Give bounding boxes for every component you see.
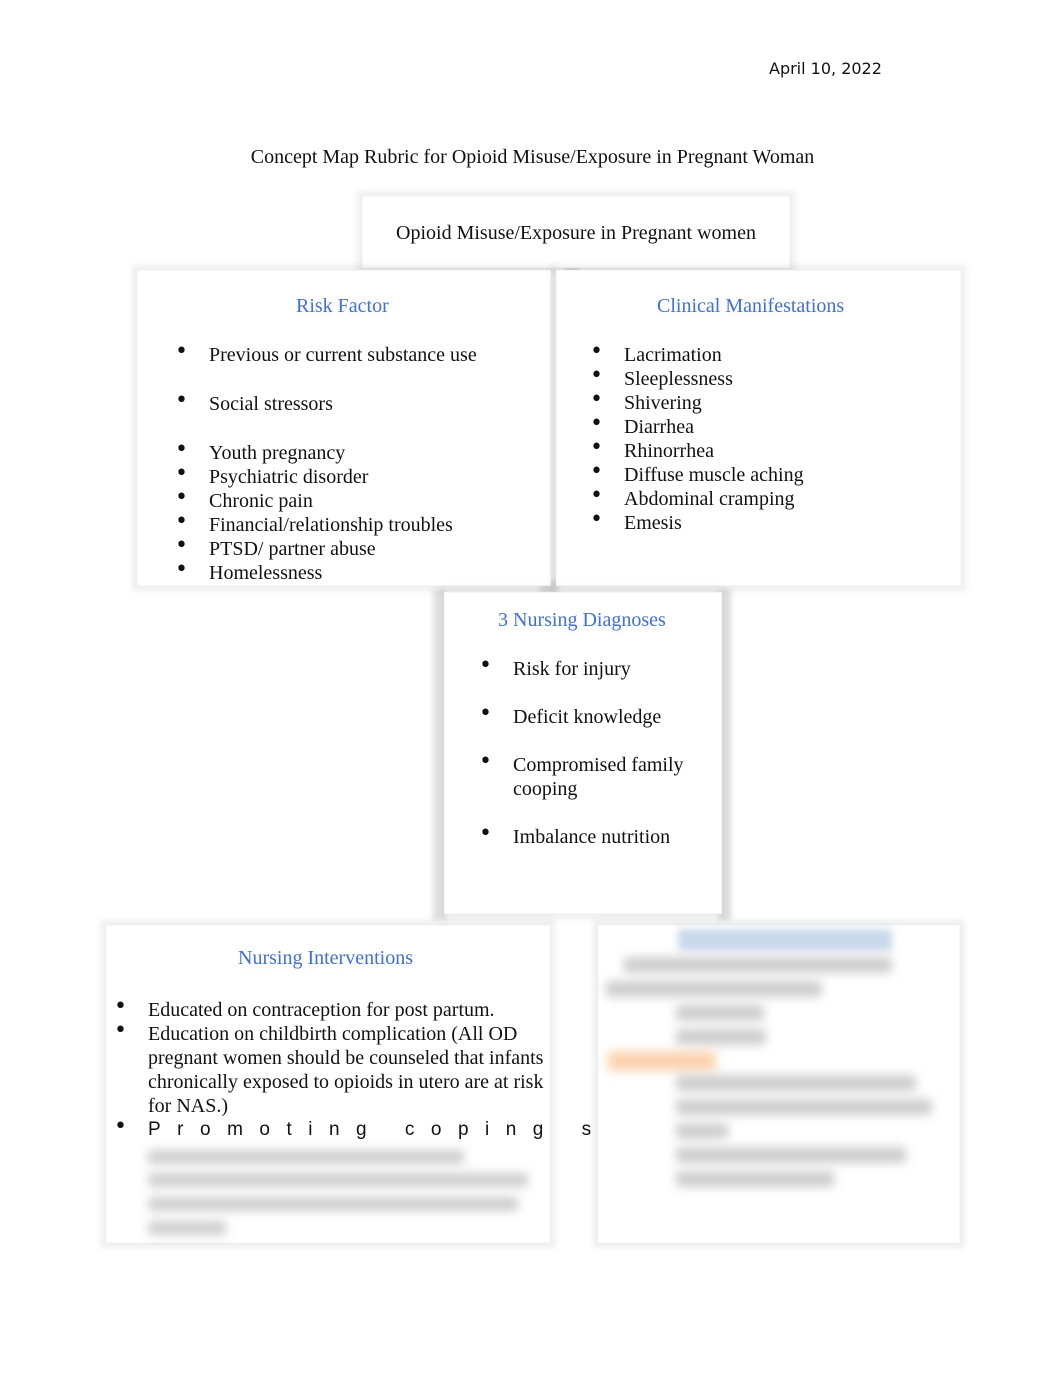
blurred-panel-heading xyxy=(678,929,892,951)
blurred-line xyxy=(624,957,892,973)
list-item: Deficit knowledge xyxy=(479,702,714,729)
list-item: Shivering xyxy=(590,388,950,415)
list-item: Homelessness xyxy=(175,558,545,585)
list-item: Social stressors xyxy=(175,389,545,416)
clinical-manifestations-box: Clinical Manifestations Lacrimation Slee… xyxy=(556,270,961,586)
nursing-diagnoses-box: 3 Nursing Diagnoses Risk for injury Defi… xyxy=(444,592,722,914)
nursing-diagnoses-list: Risk for injury Deficit knowledge Compro… xyxy=(479,654,714,849)
clinical-manifestations-list: Lacrimation Sleeplessness Shivering Diar… xyxy=(590,340,950,535)
blurred-line xyxy=(676,1123,728,1139)
list-item: Sleeplessness xyxy=(590,364,950,391)
list-item: Rhinorrhea xyxy=(590,436,950,463)
list-item: Imbalance nutrition xyxy=(479,822,714,849)
list-item: Financial/relationship troubles xyxy=(175,510,545,537)
risk-factor-heading: Risk Factor xyxy=(296,295,389,317)
list-item: Promoting coping skills. xyxy=(114,1115,727,1142)
risk-factor-box: Risk Factor Previous or current substanc… xyxy=(137,270,551,586)
blurred-panel-box xyxy=(598,925,960,1243)
nursing-interventions-box: Nursing Interventions Educated on contra… xyxy=(106,925,727,1243)
nursing-diagnoses-heading: 3 Nursing Diagnoses xyxy=(498,609,666,631)
date-label: April 10, 2022 xyxy=(769,59,882,78)
list-item: Educated on contraception for post partu… xyxy=(114,995,544,1022)
list-item: Psychiatric disorder xyxy=(175,462,545,489)
blurred-line xyxy=(676,1075,916,1091)
blurred-line xyxy=(606,981,822,997)
list-item: Education on childbirth complication (Al… xyxy=(114,1019,544,1118)
list-item: Risk for injury xyxy=(479,654,714,681)
list-item: Previous or current substance use xyxy=(175,340,545,367)
blurred-line xyxy=(676,1029,766,1045)
list-item: Youth pregnancy xyxy=(175,438,545,465)
list-item: Diarrhea xyxy=(590,412,950,439)
blurred-line xyxy=(676,1171,834,1187)
document-title: Concept Map Rubric for Opioid Misuse/Exp… xyxy=(250,146,815,168)
list-item: Abdominal cramping xyxy=(590,484,950,511)
list-item: Chronic pain xyxy=(175,486,545,513)
list-item: Diffuse muscle aching xyxy=(590,460,950,487)
blurred-line xyxy=(676,1147,906,1163)
list-item: Lacrimation xyxy=(590,340,950,367)
blurred-highlight xyxy=(608,1051,716,1071)
central-node-label: Opioid Misuse/Exposure in Pregnant women xyxy=(396,222,756,244)
nursing-interventions-list: Educated on contraception for post partu… xyxy=(114,995,727,1142)
risk-factor-list: Previous or current substance use Social… xyxy=(175,340,545,585)
clinical-manifestations-heading: Clinical Manifestations xyxy=(657,295,845,317)
list-item: Compromised family cooping xyxy=(479,750,714,801)
blurred-line xyxy=(676,1099,932,1115)
blurred-line xyxy=(676,1005,764,1021)
central-node: Opioid Misuse/Exposure in Pregnant women xyxy=(362,196,790,268)
list-item: PTSD/ partner abuse xyxy=(175,534,545,561)
nursing-interventions-heading: Nursing Interventions xyxy=(238,947,413,969)
list-item: Emesis xyxy=(590,508,950,535)
